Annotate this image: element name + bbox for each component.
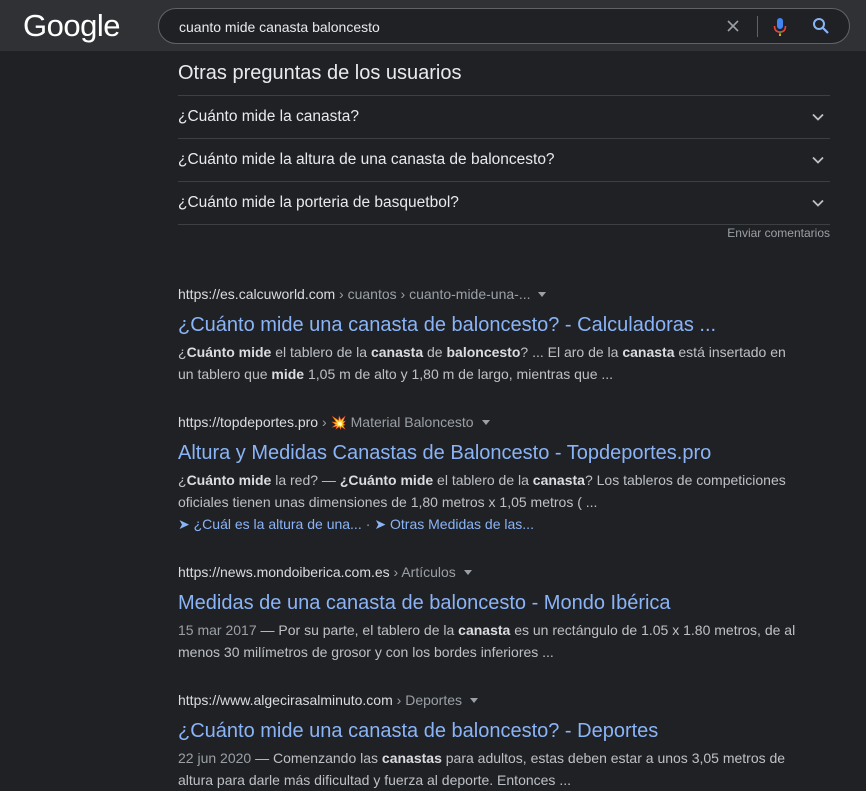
snippet-highlight: canasta [370, 344, 424, 360]
result-title[interactable]: ¿Cuánto mide una canasta de baloncesto? … [178, 718, 798, 744]
result-url[interactable]: https://news.mondoiberica.com.es › Artíc… [178, 563, 798, 581]
microphone-icon[interactable] [772, 17, 788, 37]
result-title[interactable]: Altura y Medidas Canastas de Baloncesto … [178, 440, 798, 466]
search-input[interactable]: cuanto mide canasta baloncesto [179, 19, 380, 35]
result-snippet-text: — Por su parte, el tablero de la canasta… [178, 622, 796, 660]
result-path: › cuantos › cuanto-mide-una-... [335, 286, 531, 302]
result-sitelinks: ➤ ¿Cuál es la altura de una... · ➤ Otras M… [178, 513, 798, 535]
result-path: › Artículos [389, 564, 456, 580]
result-path: Material Baloncesto [346, 414, 474, 430]
result-date: 22 jun 2020 [178, 750, 252, 766]
result-url[interactable]: https://es.calcuworld.com › cuantos › cu… [178, 285, 798, 303]
people-also-ask: Otras preguntas de los usuarios ¿Cuánto … [178, 60, 830, 240]
result-snippet: ¿Cuánto mide el tablero de la canasta de… [178, 344, 786, 382]
paa-question-text: ¿Cuánto mide la altura de una canasta de… [178, 151, 555, 168]
caret-down-icon[interactable] [463, 570, 472, 575]
caret-down-icon[interactable] [470, 698, 479, 703]
paa-title: Otras preguntas de los usuarios [178, 62, 462, 84]
result-domain: https://news.mondoiberica.com.es [178, 564, 390, 580]
snippet-highlight: canasta [532, 472, 585, 488]
snippet-highlight: canasta [458, 622, 511, 638]
result-title[interactable]: Medidas de una canasta de baloncesto - M… [178, 590, 798, 616]
result-domain: https://es.calcuworld.com [178, 286, 336, 302]
result-snippet-text: — Comenzando las canastas para adultos, … [178, 750, 786, 788]
snippet-highlight: ¿Cuánto mide [339, 472, 434, 488]
search-box[interactable]: cuanto mide canasta baloncesto [158, 8, 850, 44]
result-path: › Deportes [392, 692, 463, 708]
result-domain: https://topdeportes.pro [178, 414, 319, 430]
result-snippet: 15 mar 2017 — Por su parte, el tablero d… [178, 619, 798, 663]
caret-down-icon[interactable] [481, 420, 490, 425]
header: Google cuanto mide canasta baloncesto [0, 0, 866, 51]
search-result: https://es.calcuworld.com › cuantos › cu… [178, 285, 798, 385]
result-title[interactable]: ¿Cuánto mide una canasta de baloncesto? … [178, 312, 798, 338]
sitelink[interactable]: ➤ ¿Cuál es la altura de una... [178, 516, 362, 532]
paa-question-text: ¿Cuánto mide la porteria de basquetbol? [178, 194, 459, 211]
paa-question[interactable]: ¿Cuánto mide la altura de una canasta de… [178, 138, 830, 181]
result-snippet: 22 jun 2020 — Comenzando las canastas pa… [178, 747, 798, 791]
chevron-down-icon[interactable] [812, 154, 824, 166]
search-icon[interactable] [812, 17, 830, 35]
snippet-highlight: Cuánto mide [186, 344, 272, 360]
search-divider [757, 16, 758, 37]
chevron-down-icon[interactable] [812, 197, 824, 209]
paa-question-text: ¿Cuánto mide la canasta? [178, 108, 359, 125]
search-result: https://www.algecirasalminuto.com › Depo… [178, 691, 798, 791]
google-logo[interactable]: Google [23, 8, 120, 44]
sitelink[interactable]: ➤ Otras Medidas de las... [374, 516, 534, 532]
snippet-highlight: mide [271, 366, 305, 382]
feedback-link[interactable]: Enviar comentarios [727, 226, 830, 240]
close-icon[interactable] [725, 18, 741, 34]
paa-question[interactable]: ¿Cuánto mide la canasta? [178, 95, 830, 138]
result-url[interactable]: https://topdeportes.pro › 💥 Material Bal… [178, 413, 798, 431]
result-url[interactable]: https://www.algecirasalminuto.com › Depo… [178, 691, 798, 709]
collision-icon: 💥 [330, 415, 347, 430]
chevron-down-icon[interactable] [812, 111, 824, 123]
result-path-prefix: › [318, 414, 331, 430]
snippet-highlight: canasta [622, 344, 675, 360]
snippet-highlight: canastas [381, 750, 442, 766]
result-snippet: ¿Cuánto mide la red? — ¿Cuánto mide el t… [178, 472, 786, 510]
sitelink-separator: · [365, 516, 371, 532]
snippet-highlight: Cuánto mide [186, 472, 272, 488]
search-result: https://topdeportes.pro › 💥 Material Bal… [178, 413, 798, 535]
snippet-highlight: baloncesto [446, 344, 521, 360]
paa-question[interactable]: ¿Cuánto mide la porteria de basquetbol? [178, 181, 830, 225]
caret-down-icon[interactable] [538, 292, 547, 297]
result-date: 15 mar 2017 [178, 622, 257, 638]
result-domain: https://www.algecirasalminuto.com [178, 692, 393, 708]
search-result: https://news.mondoiberica.com.es › Artíc… [178, 563, 798, 663]
